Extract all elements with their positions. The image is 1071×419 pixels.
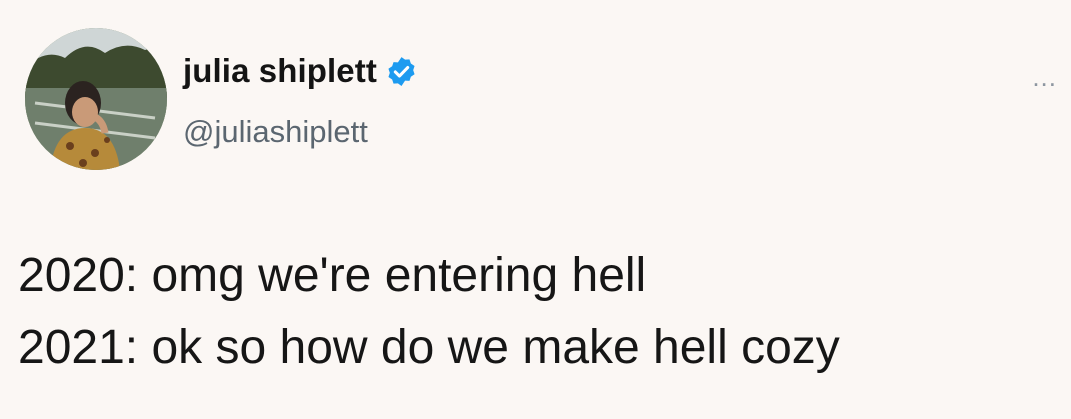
author-name-row: julia shiplett [183, 52, 418, 90]
avatar-photo [25, 28, 167, 170]
more-options-icon[interactable]: ... [1032, 62, 1057, 93]
tweet-card: julia shiplett @juliashiplett ... 2020: … [0, 0, 1071, 419]
avatar[interactable] [25, 28, 167, 170]
verified-badge-icon [385, 55, 418, 88]
tweet-line: 2020: omg we're entering hell [18, 249, 647, 302]
tweet-line: 2021: ok so how do we make hell cozy [18, 321, 840, 374]
author-display-name[interactable]: julia shiplett [183, 52, 377, 90]
author-handle[interactable]: @juliashiplett [183, 114, 368, 150]
tweet-text: 2020: omg we're entering hell 2021: ok s… [18, 240, 840, 384]
